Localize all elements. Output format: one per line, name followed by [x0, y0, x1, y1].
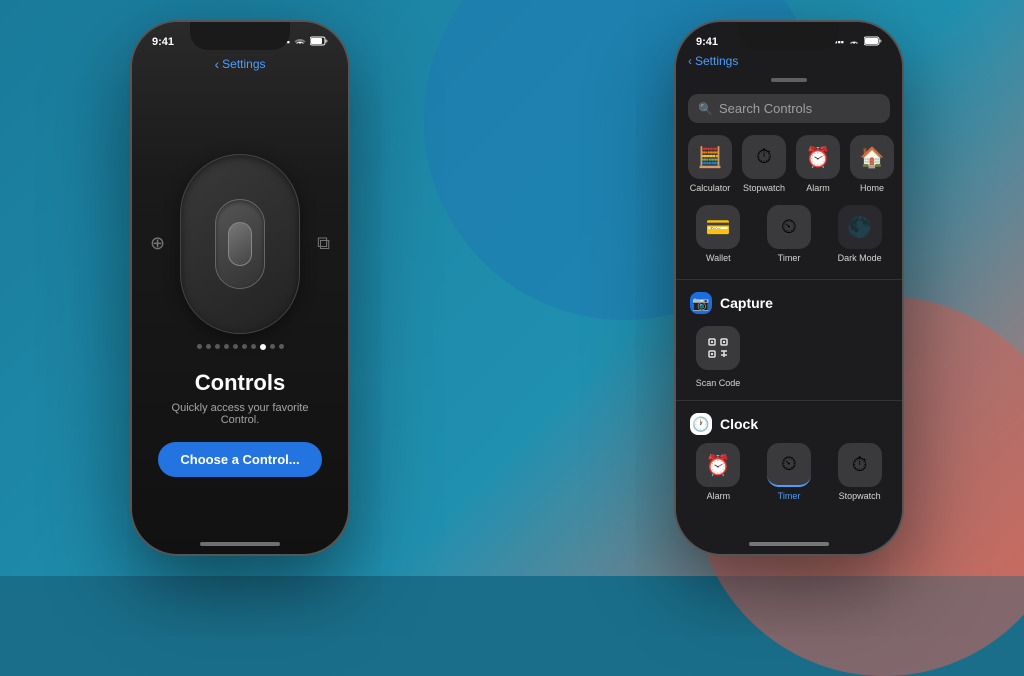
- dots-indicator: [197, 344, 284, 350]
- control-stopwatch[interactable]: ⏱ Stopwatch: [742, 135, 786, 193]
- dot-7: [251, 344, 256, 349]
- capture-section-icon: 📷: [690, 292, 712, 314]
- alarm-label: Alarm: [806, 183, 830, 193]
- timer-icon: ⏲: [767, 205, 811, 249]
- control-home[interactable]: 🏠 Home: [850, 135, 894, 193]
- dot-9: [270, 344, 275, 349]
- stopwatch-icon: ⏱: [742, 135, 786, 179]
- home-indicator-right: [749, 542, 829, 546]
- notch-right: [739, 22, 839, 50]
- timer-label: Timer: [778, 253, 801, 263]
- layers-icon[interactable]: ⧉: [317, 233, 330, 254]
- controls-subtitle: Quickly access your favorite Control.: [152, 402, 328, 426]
- wifi-icon-right: [848, 36, 860, 48]
- dot-2: [206, 344, 211, 349]
- alarm-icon: ⏰: [796, 135, 840, 179]
- back-label-left: Settings: [222, 57, 265, 71]
- remote-inner: [215, 199, 265, 289]
- wallet-icon: 💳: [696, 205, 740, 249]
- search-input-placeholder: Search Controls: [719, 101, 812, 116]
- control-timer-clock[interactable]: ⏲ Timer: [759, 443, 820, 501]
- control-stopwatch-clock[interactable]: ⏱ Stopwatch: [829, 443, 890, 501]
- control-dark-mode[interactable]: 🌑 Dark Mode: [829, 205, 890, 263]
- dot-8-active: [260, 344, 266, 350]
- status-icons-right: ▪▪▪: [834, 36, 882, 48]
- dot-10: [279, 344, 284, 349]
- phone-left: 9:41 ▪▪▪: [130, 20, 350, 556]
- divider-2: [676, 400, 902, 401]
- phone-right: 9:41 ▪▪▪ ‹: [674, 20, 904, 556]
- remote-toggle: [228, 222, 252, 266]
- timer-clock-label: Timer: [778, 491, 801, 501]
- notch-left: [190, 22, 290, 50]
- divider-1: [676, 279, 902, 280]
- controls-text-block: Controls Quickly access your favorite Co…: [152, 370, 328, 477]
- battery-icon-right: [864, 36, 882, 48]
- back-button-right[interactable]: ‹ Settings: [676, 52, 902, 70]
- controls-title: Controls: [152, 370, 328, 396]
- back-button-left[interactable]: ‹ Settings: [202, 52, 277, 76]
- stopwatch-clock-label: Stopwatch: [839, 491, 881, 501]
- sheet-handle: [771, 78, 807, 82]
- dot-6: [242, 344, 247, 349]
- widget-area: ⊕ ⧉: [132, 76, 348, 554]
- control-alarm[interactable]: ⏰ Alarm: [796, 135, 840, 193]
- dark-mode-icon: 🌑: [838, 205, 882, 249]
- alarm-clock-label: Alarm: [707, 491, 731, 501]
- controls-grid-row1: 🧮 Calculator ⏱ Stopwatch ⏰ Alarm 🏠 Home: [676, 135, 902, 205]
- clock-controls-row: ⏰ Alarm ⏲ Timer ⏱ Stopwatch: [676, 443, 902, 501]
- scan-code-row: Scan Code: [676, 322, 902, 396]
- home-icon: 🏠: [850, 135, 894, 179]
- add-icon[interactable]: ⊕: [150, 233, 165, 254]
- controls-grid-row2: 💳 Wallet ⏲ Timer 🌑 Dark Mode: [676, 205, 902, 275]
- search-icon: 🔍: [698, 102, 713, 116]
- control-alarm-clock[interactable]: ⏰ Alarm: [688, 443, 749, 501]
- control-calculator[interactable]: 🧮 Calculator: [688, 135, 732, 193]
- home-indicator-left: [200, 542, 280, 546]
- back-label-right: Settings: [695, 54, 738, 68]
- dot-5: [233, 344, 238, 349]
- chevron-left-icon-right: ‹: [688, 54, 692, 68]
- calculator-label: Calculator: [690, 183, 731, 193]
- remote-widget: [180, 154, 300, 334]
- dot-4: [224, 344, 229, 349]
- scan-code-icon: [696, 326, 740, 370]
- search-bar[interactable]: 🔍 Search Controls: [688, 94, 890, 123]
- wallet-label: Wallet: [706, 253, 731, 263]
- control-scan-code[interactable]: Scan Code: [690, 326, 746, 388]
- scan-code-label: Scan Code: [696, 378, 741, 388]
- scroll-content: 🔍 Search Controls 🧮 Calculator ⏱ Stopwat…: [676, 94, 902, 554]
- clock-section-label: Clock: [720, 416, 758, 432]
- home-label: Home: [860, 183, 884, 193]
- control-timer[interactable]: ⏲ Timer: [759, 205, 820, 263]
- dot-1: [197, 344, 202, 349]
- capture-section-label: Capture: [720, 295, 773, 311]
- dark-mode-label: Dark Mode: [838, 253, 882, 263]
- clock-section-icon: 🕐: [690, 413, 712, 435]
- alarm-clock-icon: ⏰: [696, 443, 740, 487]
- dot-3: [215, 344, 220, 349]
- time-left: 9:41: [152, 36, 174, 48]
- screen-left: 9:41 ▪▪▪: [132, 22, 348, 554]
- screen-right: 9:41 ▪▪▪ ‹: [676, 22, 902, 554]
- control-wallet[interactable]: 💳 Wallet: [688, 205, 749, 263]
- chevron-left-icon: ‹: [214, 56, 219, 72]
- time-right: 9:41: [696, 36, 718, 48]
- stopwatch-label: Stopwatch: [743, 183, 785, 193]
- calculator-icon: 🧮: [688, 135, 732, 179]
- choose-control-button[interactable]: Choose a Control...: [158, 442, 321, 477]
- battery-icon: [310, 36, 328, 48]
- timer-clock-icon: ⏲: [767, 443, 811, 487]
- stopwatch-clock-icon: ⏱: [838, 443, 882, 487]
- section-header-capture: 📷 Capture: [676, 284, 902, 322]
- wifi-icon: [294, 36, 306, 48]
- section-header-clock: 🕐 Clock: [676, 405, 902, 443]
